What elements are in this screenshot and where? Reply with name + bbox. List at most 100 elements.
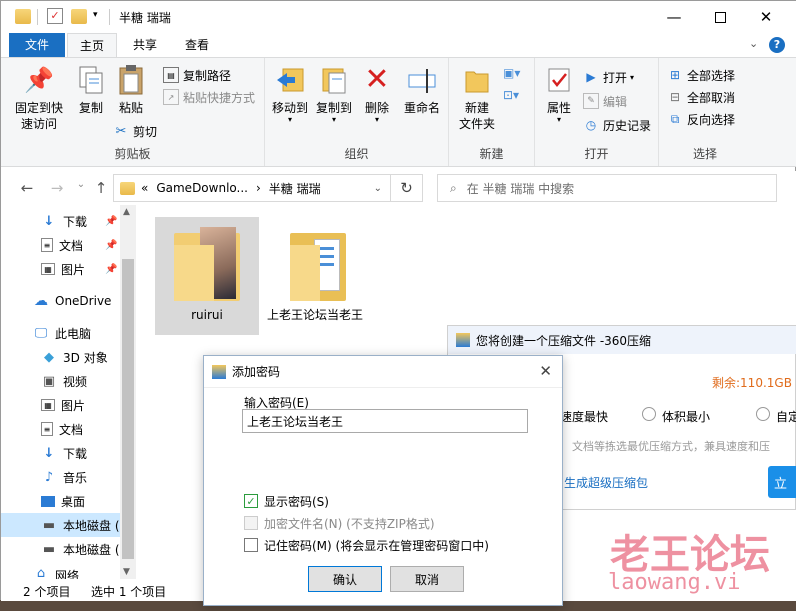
radio-custom[interactable] (756, 407, 770, 421)
breadcrumb-gamedownload[interactable]: GameDownlo... (156, 181, 248, 195)
new-folder-quick-icon[interactable] (71, 9, 87, 24)
nav-label: 本地磁盘 ( (63, 518, 120, 533)
nav-item-pictures[interactable]: ▦ 图片 (1, 393, 121, 417)
scroll-down-icon[interactable]: ▼ (123, 567, 130, 577)
properties-button[interactable]: 属性 ▾ (539, 64, 579, 124)
nav-item-music[interactable]: ♪ 音乐 (1, 465, 121, 489)
tab-home[interactable]: 主页 (67, 33, 117, 57)
search-input[interactable]: ⌕ 在 半糖 瑞瑞 中搜索 (437, 174, 777, 202)
organize-group: 移动到 ▾ 复制到 ▾ ✕ 删除 ▾ 重命名 组织 (265, 58, 449, 166)
breadcrumb-separator[interactable]: › (256, 181, 261, 195)
address-bar-row: ← → ⌄ ↑ « GameDownlo... › 半糖 瑞瑞 ⌄ ↻ ⌕ 在 … (1, 171, 796, 205)
easy-access-icon[interactable]: ⊡▾ (503, 88, 519, 102)
tab-file[interactable]: 文件 (9, 33, 65, 57)
minimize-icon: — (666, 8, 682, 26)
minimize-button[interactable]: — (651, 1, 697, 33)
invert-selection-label: 反向选择 (687, 112, 736, 127)
copy-path-icon: ▤ (163, 67, 179, 83)
scrollbar-thumb[interactable] (122, 259, 134, 559)
cut-button[interactable]: ✂ 剪切 (113, 120, 157, 142)
folder-icon (15, 9, 31, 24)
up-button[interactable]: ↑ (91, 179, 111, 199)
refresh-button[interactable]: ↻ (391, 174, 423, 202)
file-name: ruirui (191, 308, 223, 322)
nav-item-3d-objects[interactable]: ◆ 3D 对象 (1, 345, 121, 369)
super-pack-link[interactable]: 生成超级压缩包 (564, 474, 648, 491)
nav-scrollbar[interactable]: ▲ ▼ (120, 205, 136, 581)
nav-item-desktop[interactable]: 桌面 (1, 489, 121, 513)
chevron-down-icon: ▾ (374, 115, 379, 124)
ok-button[interactable]: 确认 (308, 566, 382, 592)
drive-icon: ▬ (42, 541, 56, 557)
nav-item-videos[interactable]: ▣ 视频 (1, 369, 121, 393)
nav-item-downloads-pinned[interactable]: ↓ 下载 📌 (1, 209, 121, 233)
select-all-button[interactable]: ⊞ 全部选择 (667, 64, 735, 86)
tab-view[interactable]: 查看 (173, 33, 221, 57)
chevron-down-icon[interactable]: ⌄ (374, 183, 382, 194)
tab-share[interactable]: 共享 (121, 33, 169, 57)
paste-shortcut-button[interactable]: ↗ 粘贴快捷方式 (163, 86, 255, 108)
scroll-up-icon[interactable]: ▲ (123, 207, 130, 217)
option-fastest[interactable]: 速度最快 (560, 408, 608, 425)
address-field[interactable]: « GameDownlo... › 半糖 瑞瑞 ⌄ (113, 174, 391, 202)
start-compress-button[interactable]: 立 (768, 466, 796, 498)
invert-selection-button[interactable]: ⧉ 反向选择 (667, 108, 735, 130)
nav-item-onedrive[interactable]: ☁ OneDrive (1, 289, 121, 313)
nav-label: 此电脑 (55, 326, 92, 341)
nav-item-downloads[interactable]: ↓ 下载 (1, 441, 121, 465)
picture-icon: ▦ (41, 399, 55, 411)
copy-to-button[interactable]: 复制到 ▾ (311, 64, 357, 124)
properties-quick-icon[interactable]: ✓ (47, 8, 63, 24)
nav-item-pictures-pinned[interactable]: ▦ 图片 📌 (1, 257, 121, 281)
chevron-down-icon[interactable]: ▾ (93, 10, 98, 20)
maximize-button[interactable] (697, 1, 743, 33)
nav-item-local-disk-2[interactable]: ▬ 本地磁盘 ( (1, 537, 121, 561)
history-icon: ◷ (585, 118, 597, 132)
divider (109, 9, 110, 25)
rename-button[interactable]: 重命名 (399, 64, 445, 116)
open-icon: ▶ (586, 70, 596, 84)
cancel-button[interactable]: 取消 (390, 566, 464, 592)
help-icon[interactable]: ? (769, 37, 785, 53)
nav-item-documents-pinned[interactable]: ≡ 文档 📌 (1, 233, 121, 257)
new-item-icon[interactable]: ▣▾ (503, 66, 520, 80)
history-button[interactable]: ◷ 历史记录 (583, 114, 651, 136)
breadcrumb-current[interactable]: 半糖 瑞瑞 (269, 180, 321, 197)
password-input[interactable]: 上老王论坛当老王 (242, 409, 528, 433)
nav-item-documents[interactable]: ≡ 文档 (1, 417, 121, 441)
new-folder-button[interactable]: 新建 文件夹 (453, 64, 501, 132)
radio-smallest[interactable] (642, 407, 656, 421)
encrypt-filenames-checkbox[interactable]: 加密文件名(N) (不支持ZIP格式) (244, 514, 435, 532)
forward-button[interactable]: → (47, 179, 67, 199)
scissors-icon: ✂ (115, 123, 127, 139)
remember-password-checkbox[interactable]: 记住密码(M) (将会显示在管理密码窗口中) (244, 536, 489, 554)
music-icon: ♪ (44, 469, 54, 485)
nav-item-this-pc[interactable]: 🖵 此电脑 (1, 321, 121, 345)
file-item-folder-2[interactable]: 上老王论坛当老王 (263, 217, 367, 335)
refresh-icon: ↻ (400, 179, 413, 197)
show-password-label: 显示密码(S) (264, 494, 329, 509)
copy-path-button[interactable]: ▤ 复制路径 (163, 64, 231, 86)
move-to-button[interactable]: 移动到 ▾ (267, 64, 313, 124)
breadcrumb-chevron[interactable]: « (141, 181, 148, 195)
chevron-down-icon: ▾ (630, 72, 635, 82)
close-icon[interactable]: ✕ (539, 362, 552, 380)
chevron-down-icon: ⌄ (76, 179, 86, 190)
option-custom[interactable]: 自定 (776, 408, 796, 425)
select-none-button[interactable]: ⊟ 全部取消 (667, 86, 735, 108)
arrow-right-icon: → (50, 179, 64, 197)
close-button[interactable]: ✕ (743, 1, 789, 33)
recent-locations-button[interactable]: ⌄ (71, 179, 91, 199)
open-button[interactable]: ▶ 打开 ▾ (583, 66, 634, 88)
back-button[interactable]: ← (17, 179, 37, 199)
nav-label: 3D 对象 (63, 350, 108, 365)
nav-item-local-disk-1[interactable]: ▬ 本地磁盘 ( (1, 513, 121, 537)
chevron-down-icon[interactable]: ⌄ (749, 37, 758, 50)
pin-quick-access-button[interactable]: 📌 固定到快 速访问 (11, 64, 67, 132)
file-item-ruirui[interactable]: ruirui (155, 217, 259, 335)
edit-button[interactable]: ✎ 编辑 (583, 90, 627, 112)
show-password-checkbox[interactable]: ✓ 显示密码(S) (244, 492, 329, 510)
delete-button[interactable]: ✕ 删除 ▾ (359, 64, 395, 124)
option-smallest[interactable]: 体积最小 (662, 408, 710, 425)
paste-button[interactable]: 粘贴 (107, 64, 155, 116)
